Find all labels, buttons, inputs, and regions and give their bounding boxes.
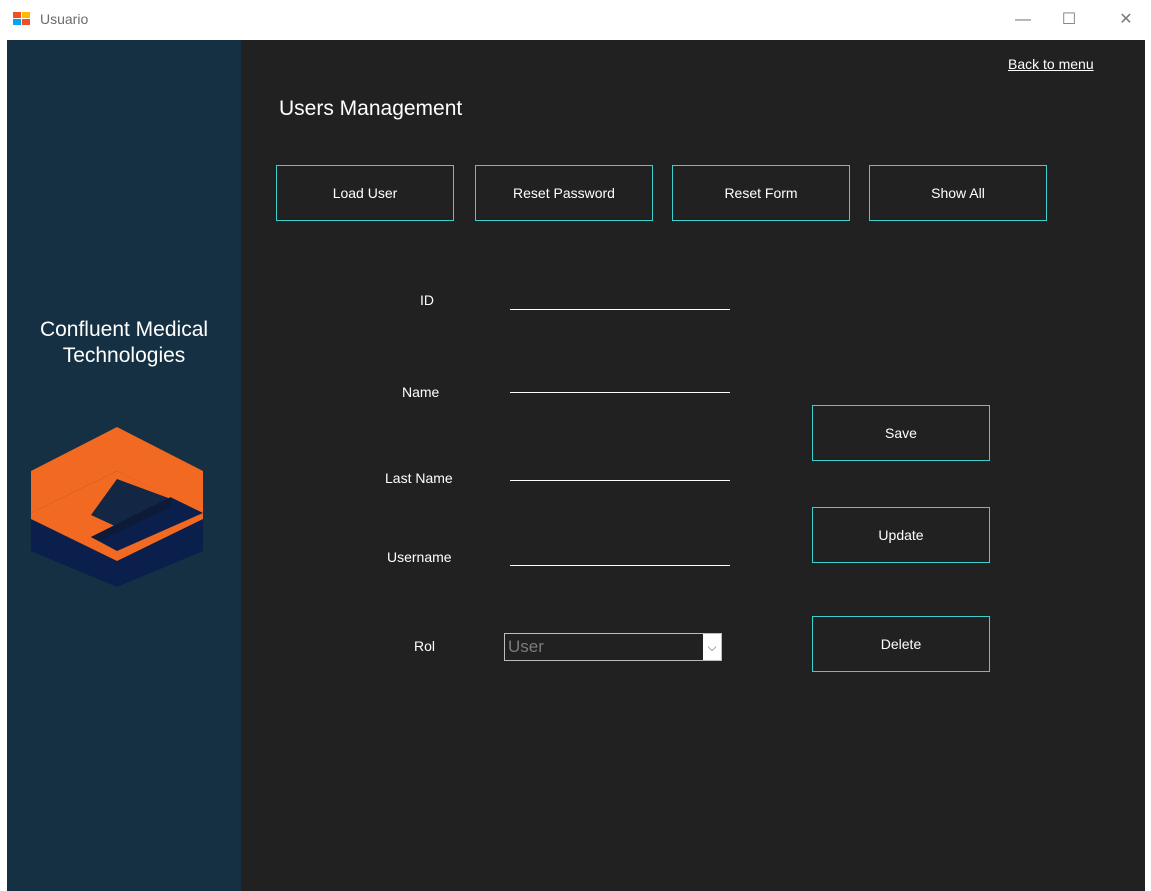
reset-form-button[interactable]: Reset Form bbox=[672, 165, 850, 221]
users-form: Confluent Medical Technologies Back to m… bbox=[7, 40, 1145, 891]
save-button[interactable]: Save bbox=[812, 405, 990, 461]
id-label: ID bbox=[420, 292, 434, 308]
last-name-label: Last Name bbox=[385, 470, 453, 486]
rol-select[interactable]: User ⌵ bbox=[504, 633, 722, 661]
close-button[interactable]: ✕ bbox=[1103, 0, 1149, 40]
username-label: Username bbox=[387, 549, 452, 565]
name-field[interactable] bbox=[510, 392, 730, 393]
minimize-button[interactable]: — bbox=[1000, 0, 1046, 40]
window-title: Usuario bbox=[40, 11, 89, 27]
app-icon bbox=[13, 12, 31, 26]
chevron-down-icon[interactable]: ⌵ bbox=[703, 634, 721, 660]
update-button[interactable]: Update bbox=[812, 507, 990, 563]
rol-label: Rol bbox=[414, 638, 436, 654]
delete-button[interactable]: Delete bbox=[812, 616, 990, 672]
title-bar: Usuario — ☐ ✕ bbox=[0, 0, 1151, 40]
sidebar: Confluent Medical Technologies bbox=[7, 40, 241, 891]
company-name: Confluent Medical Technologies bbox=[7, 317, 241, 369]
company-logo-icon bbox=[31, 427, 203, 587]
show-all-button[interactable]: Show All bbox=[869, 165, 1047, 221]
page-title: Users Management bbox=[279, 97, 463, 120]
company-name-line2: Technologies bbox=[62, 344, 186, 367]
last-name-field[interactable] bbox=[510, 480, 730, 481]
name-label: Name bbox=[402, 384, 440, 400]
id-field[interactable] bbox=[510, 309, 730, 310]
back-to-menu-link[interactable]: Back to menu bbox=[1008, 56, 1094, 72]
rol-select-value: User bbox=[508, 637, 544, 656]
reset-password-button[interactable]: Reset Password bbox=[475, 165, 653, 221]
maximize-button[interactable]: ☐ bbox=[1046, 0, 1092, 40]
company-name-line1: Confluent Medical bbox=[39, 318, 209, 341]
load-user-button[interactable]: Load User bbox=[276, 165, 454, 221]
username-field[interactable] bbox=[510, 565, 730, 566]
